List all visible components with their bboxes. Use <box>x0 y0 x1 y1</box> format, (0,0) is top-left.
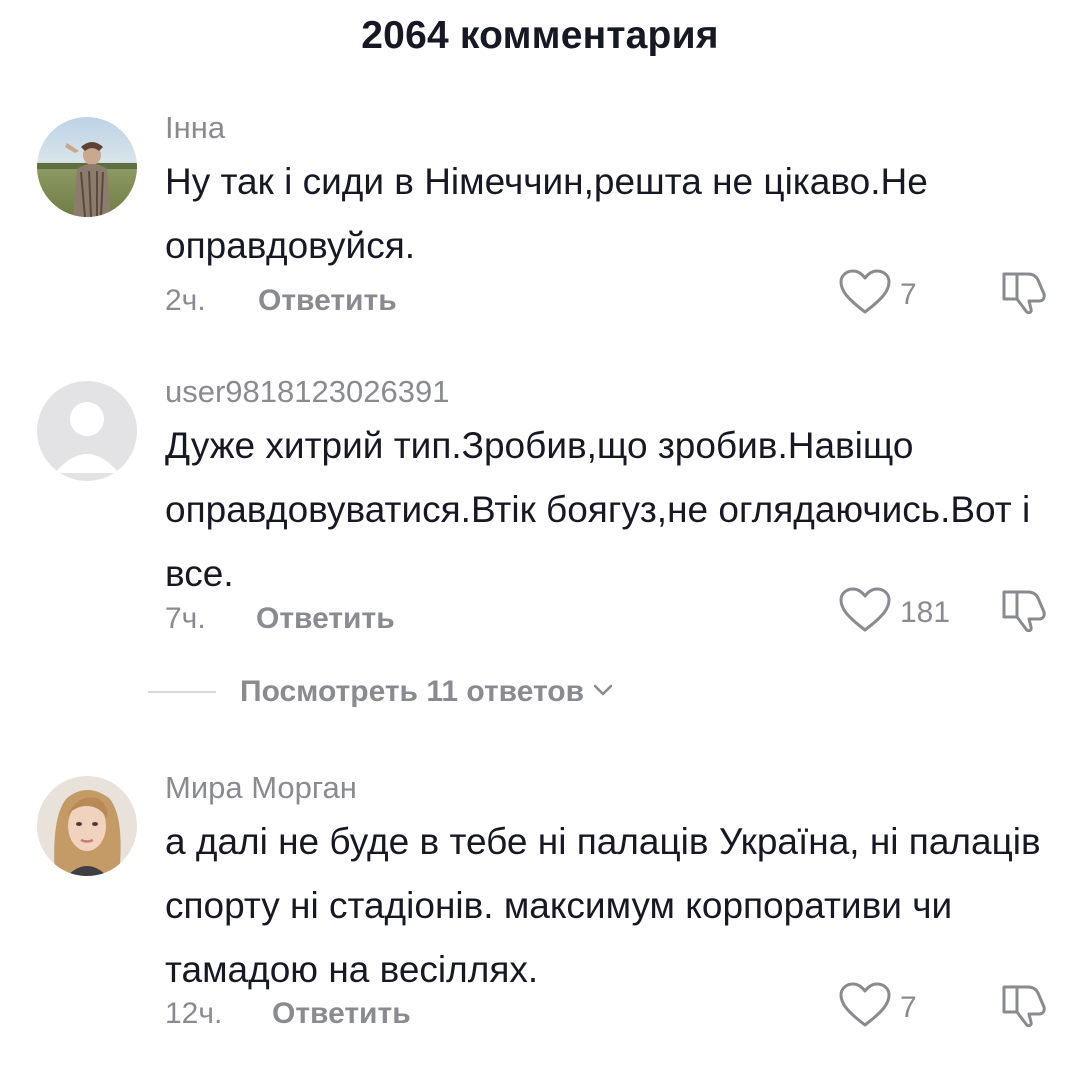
like-count: 7 <box>900 277 917 311</box>
comment-username[interactable]: Мира Морган <box>165 770 357 806</box>
avatar[interactable] <box>37 381 137 481</box>
dislike-button[interactable] <box>998 981 1048 1032</box>
comment-text: Ну так і сиди в Німеччин,решта не цікаво… <box>165 161 928 266</box>
avatar[interactable] <box>37 117 137 217</box>
thumbs-down-icon <box>998 590 1048 636</box>
heart-outline-icon <box>838 586 892 639</box>
thumbs-down-icon <box>998 272 1048 318</box>
comment-text: а далі не буде в тебе ні палаців Україна… <box>165 821 1041 990</box>
view-replies-label: Посмотреть 11 ответов <box>240 675 585 708</box>
reply-button[interactable]: Ответить <box>256 602 395 636</box>
like-button[interactable]: 7 <box>838 981 917 1034</box>
comment-text: Дуже хитрий тип.Зробив,що зробив.Навіщо … <box>165 425 1031 594</box>
comment-username[interactable]: Інна <box>165 110 225 146</box>
dislike-button[interactable] <box>998 268 1048 319</box>
view-replies-button[interactable]: Посмотреть 11 ответов <box>148 675 614 709</box>
heart-outline-icon <box>838 268 892 321</box>
heart-outline-icon <box>838 981 892 1034</box>
divider-line <box>148 691 216 693</box>
comment-timestamp: 2ч. <box>165 284 206 317</box>
like-button[interactable]: 7 <box>838 268 917 321</box>
reply-button[interactable]: Ответить <box>258 284 397 318</box>
thumbs-down-icon <box>998 985 1048 1031</box>
like-count: 7 <box>900 990 917 1024</box>
comments-count-title: 2064 комментария <box>361 14 719 57</box>
comment-timestamp: 12ч. <box>165 997 223 1030</box>
like-count: 181 <box>900 595 951 629</box>
reply-button[interactable]: Ответить <box>272 997 411 1031</box>
comment-username[interactable]: user9818123026391 <box>165 374 449 410</box>
comment-timestamp: 7ч. <box>165 602 206 635</box>
avatar[interactable] <box>37 776 137 876</box>
like-button[interactable]: 181 <box>838 586 950 639</box>
dislike-button[interactable] <box>998 586 1048 637</box>
chevron-down-icon <box>592 683 614 702</box>
